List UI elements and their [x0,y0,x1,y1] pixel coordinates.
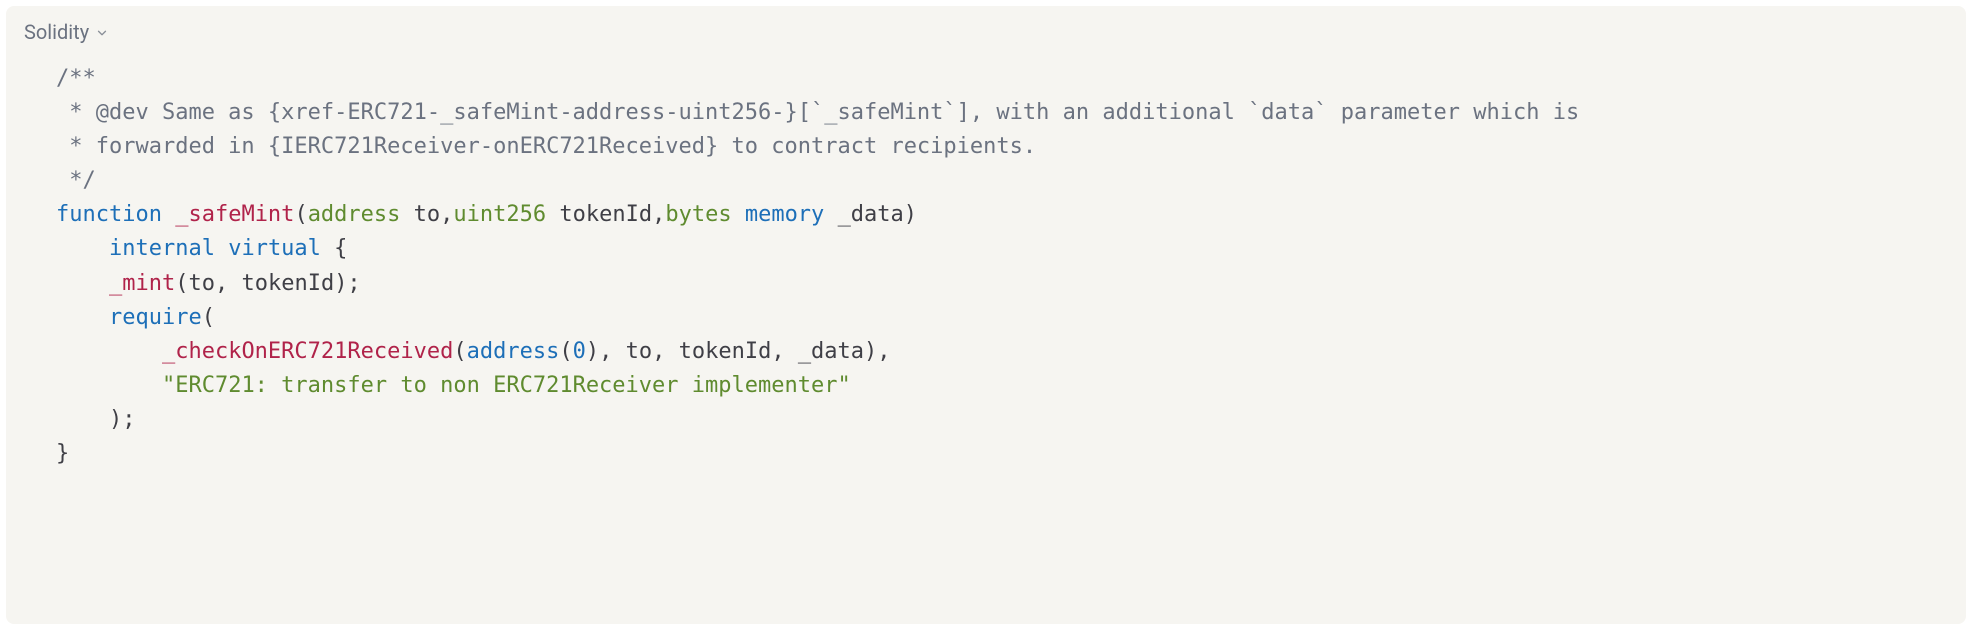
language-selector[interactable]: Solidity [24,20,109,44]
language-label: Solidity [24,20,89,44]
code-block: Solidity /** * @dev Same as {xref-ERC721… [6,6,1966,624]
code-content: /** * @dev Same as {xref-ERC721-_safeMin… [24,62,1948,471]
chevron-down-icon [95,26,109,40]
